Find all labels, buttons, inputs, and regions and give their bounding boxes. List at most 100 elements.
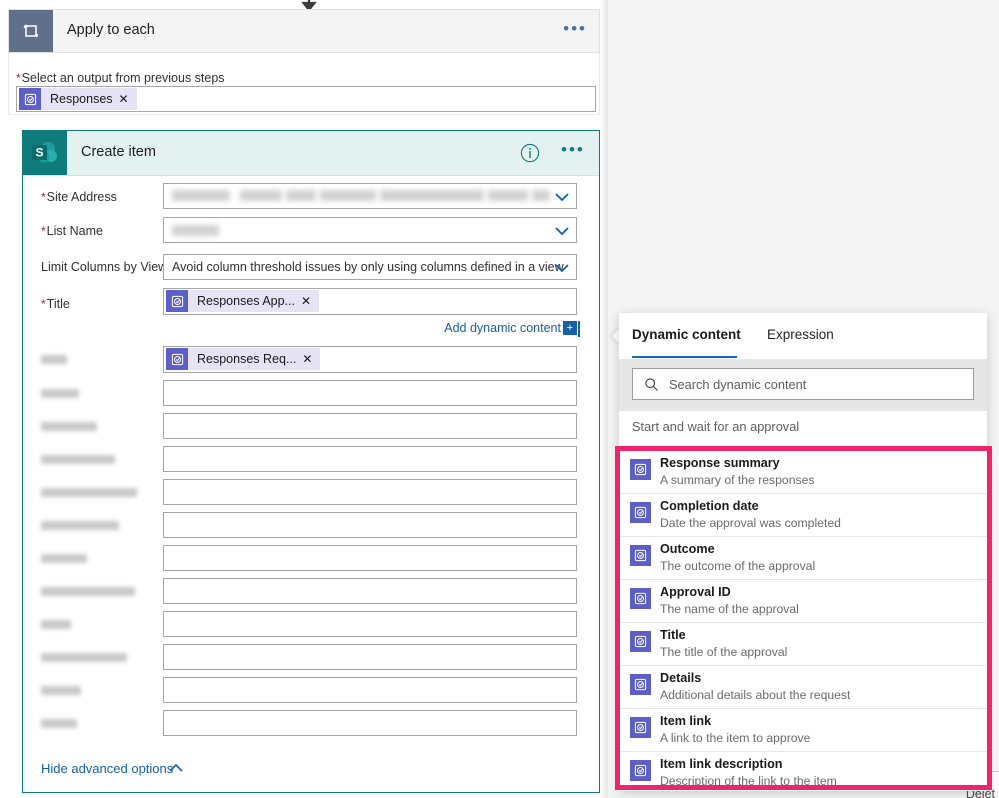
- redacted-field-label: [41, 554, 87, 563]
- token-responses-approver[interactable]: Responses App... ✕: [166, 290, 320, 312]
- search-input[interactable]: Search dynamic content: [632, 368, 974, 400]
- dynamic-content-item-name: Completion date: [660, 499, 759, 513]
- chevron-down-icon[interactable]: [554, 190, 570, 204]
- redacted-field-label: [41, 521, 119, 530]
- tab-expression[interactable]: Expression: [767, 327, 834, 342]
- field-limit-columns-label: Limit Columns by View: [41, 260, 168, 274]
- chevron-down-icon[interactable]: [554, 261, 570, 275]
- dynamic-content-item[interactable]: Approval ID The name of the approval: [620, 580, 987, 623]
- redacted-value: [532, 190, 550, 201]
- dynamic-content-item-description: The name of the approval: [660, 602, 799, 616]
- field-title-label: *Title: [41, 297, 70, 311]
- dynamic-content-icon: [630, 588, 651, 609]
- dynamic-content-list-highlight: Response summary A summary of the respons…: [615, 446, 992, 790]
- dynamic-content-icon: [166, 348, 188, 370]
- redacted-value: [286, 190, 316, 201]
- dynamic-content-item[interactable]: Item link description Description of the …: [620, 752, 987, 785]
- dynamic-content-icon: [630, 502, 651, 523]
- select-output-label-text: Select an output from previous steps: [21, 71, 225, 85]
- flow-designer-screen: Apply to each ••• *Select an output from…: [0, 0, 999, 798]
- required-asterisk: *: [41, 297, 46, 311]
- dynamic-content-item-name: Approval ID: [660, 585, 731, 599]
- field-site-address-dropdown[interactable]: [163, 183, 577, 209]
- create-item-card: S Create item ••• *Site Address *List Na…: [22, 130, 600, 793]
- token-remove-icon[interactable]: ✕: [301, 294, 319, 308]
- field-text-input[interactable]: [163, 644, 577, 670]
- field-list-name-label-text: List Name: [46, 224, 103, 238]
- info-icon[interactable]: [520, 143, 540, 163]
- dynamic-content-item-name: Response summary: [660, 456, 780, 470]
- redacted-field-label: [41, 455, 115, 464]
- dynamic-content-item-description: The outcome of the approval: [660, 559, 816, 573]
- hide-advanced-options-link[interactable]: Hide advanced options: [41, 761, 173, 776]
- field-text-input[interactable]: [163, 380, 577, 406]
- token-label: Responses App...: [197, 294, 295, 308]
- redacted-field-label: [41, 653, 127, 662]
- dynamic-content-item-name: Title: [660, 628, 686, 642]
- add-dynamic-content-link[interactable]: Add dynamic content: [444, 321, 561, 335]
- field-title-input[interactable]: Responses App... ✕: [163, 288, 577, 315]
- search-area: Search dynamic content: [619, 359, 987, 411]
- token-responses[interactable]: Responses ✕: [19, 88, 137, 110]
- dynamic-content-icon: [630, 674, 651, 695]
- redacted-value: [240, 190, 282, 201]
- redacted-field-label: [41, 422, 97, 431]
- redacted-value: [488, 190, 528, 201]
- dynamic-content-tabs: Dynamic content Expression: [619, 313, 987, 359]
- field-text-input[interactable]: [163, 545, 577, 571]
- field-text-input[interactable]: [163, 512, 577, 538]
- field-text-input[interactable]: [163, 710, 577, 736]
- dynamic-content-item-text: Item link description Description of the …: [660, 756, 837, 785]
- sharepoint-icon: S: [23, 131, 67, 175]
- redacted-field-label: [41, 587, 135, 596]
- select-output-field[interactable]: Responses ✕: [16, 86, 596, 112]
- token-remove-icon[interactable]: ✕: [302, 352, 320, 366]
- dynamic-content-icon: [630, 631, 651, 652]
- add-dynamic-content-plus-icon[interactable]: +: [563, 321, 577, 335]
- dynamic-content-item-name: Outcome: [660, 542, 715, 556]
- field-list-name-dropdown[interactable]: [163, 217, 577, 243]
- dynamic-content-icon: [630, 545, 651, 566]
- dynamic-content-item[interactable]: Title The title of the approval: [620, 623, 987, 666]
- redacted-field-label: [41, 719, 77, 728]
- dynamic-content-item-description: A summary of the responses: [660, 473, 815, 487]
- create-item-overflow-menu[interactable]: •••: [561, 141, 585, 158]
- dynamic-content-item-name: Item link: [660, 714, 712, 728]
- dynamic-content-item-text: Response summary A summary of the respons…: [660, 455, 814, 488]
- redacted-field-label: [41, 355, 67, 364]
- create-item-title: Create item: [81, 144, 156, 160]
- field-text-input[interactable]: [163, 578, 577, 604]
- field-limit-columns-dropdown[interactable]: Avoid column threshold issues by only us…: [163, 254, 577, 280]
- dynamic-content-item[interactable]: Completion date Date the approval was com…: [620, 494, 987, 537]
- field-text-input[interactable]: [163, 611, 577, 637]
- token-responses-requester[interactable]: Responses Req... ✕: [166, 348, 321, 370]
- designer-scrollbar[interactable]: [600, 0, 608, 798]
- token-remove-icon[interactable]: ✕: [119, 92, 137, 106]
- dynamic-content-item-description: A link to the item to approve: [660, 731, 811, 745]
- apply-to-each-overflow-menu[interactable]: •••: [563, 20, 587, 37]
- token-label: Responses Req...: [197, 352, 297, 366]
- required-asterisk: *: [41, 224, 46, 238]
- search-placeholder: Search dynamic content: [669, 377, 807, 392]
- chevron-down-icon[interactable]: [554, 224, 570, 238]
- dynamic-content-item[interactable]: Item link A link to the item to approve: [620, 709, 987, 752]
- field-text-input[interactable]: [163, 479, 577, 505]
- dynamic-content-item[interactable]: Details Additional details about the requ…: [620, 666, 987, 709]
- required-asterisk: *: [41, 190, 46, 204]
- dynamic-content-item[interactable]: Outcome The outcome of the approval: [620, 537, 987, 580]
- chevron-up-icon[interactable]: [168, 761, 184, 775]
- dynamic-content-item-text: Outcome The outcome of the approval: [660, 541, 815, 574]
- apply-to-each-card[interactable]: Apply to each •••: [8, 9, 600, 53]
- field-text-input[interactable]: [163, 446, 577, 472]
- add-dynamic-content-row: Add dynamic content +: [23, 321, 599, 341]
- redacted-value: [172, 225, 219, 236]
- dynamic-content-item-name: Details: [660, 671, 702, 685]
- create-item-header[interactable]: S Create item •••: [23, 131, 599, 176]
- field-site-address-label-text: Site Address: [46, 190, 117, 204]
- field-redacted-token-input[interactable]: Responses Req... ✕: [163, 346, 577, 373]
- dynamic-content-item[interactable]: Response summary A summary of the respons…: [620, 451, 987, 494]
- field-text-input[interactable]: [163, 413, 577, 439]
- field-text-input[interactable]: [163, 677, 577, 703]
- tab-dynamic-content[interactable]: Dynamic content: [632, 327, 741, 342]
- required-asterisk: *: [16, 71, 21, 85]
